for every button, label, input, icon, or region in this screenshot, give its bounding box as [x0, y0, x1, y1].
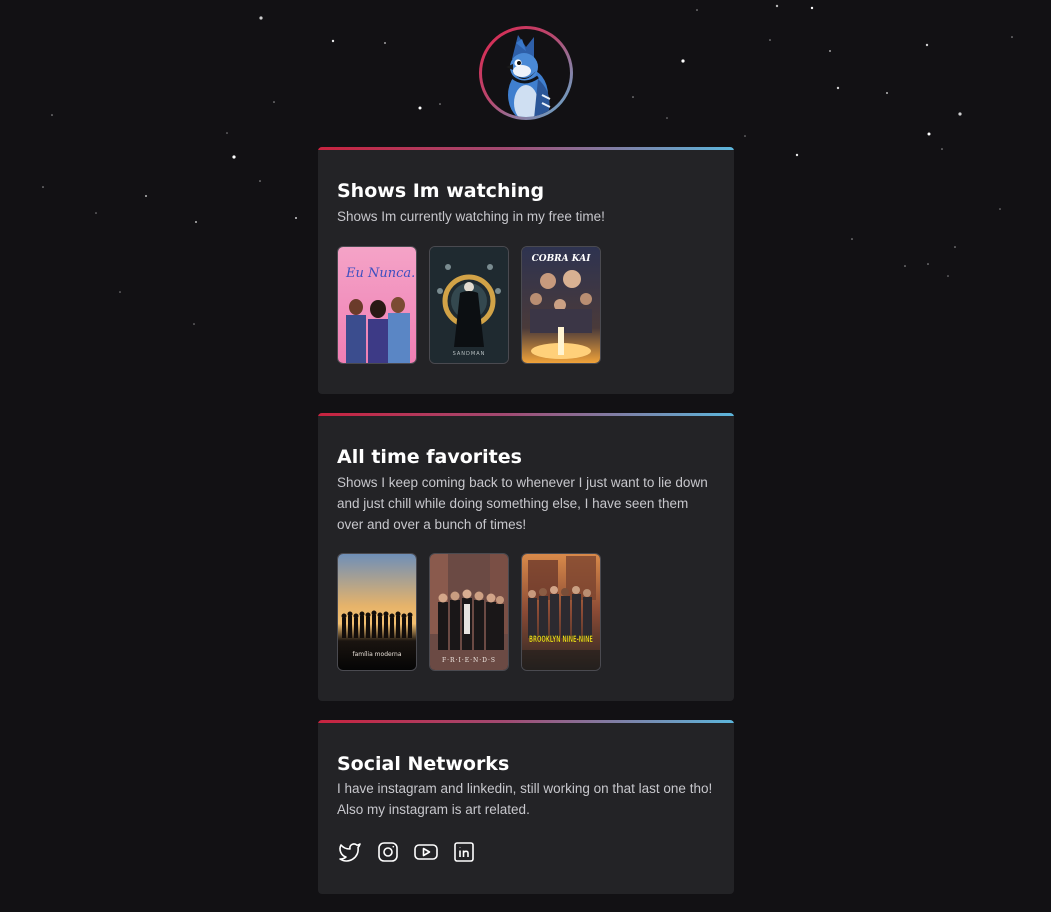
- blue-jay-illustration: [506, 35, 551, 117]
- cobra-kai-poster[interactable]: COBRA KAI: [521, 246, 601, 364]
- card-title: Shows Im watching: [337, 180, 545, 202]
- social-links: [337, 839, 477, 865]
- poster-title: SANDMAN: [453, 351, 486, 357]
- profile-avatar: [479, 26, 573, 120]
- instagram-icon[interactable]: [375, 839, 401, 865]
- card-title: All time favorites: [337, 446, 522, 468]
- youtube-icon[interactable]: [413, 839, 439, 865]
- linkedin-icon[interactable]: [451, 839, 477, 865]
- poster-row: Eu Nunca... SANDMAN COBRA KAI: [337, 246, 601, 364]
- all-time-favorites-card: All time favorites Shows I keep coming b…: [318, 413, 734, 701]
- card-description: Shows Im currently watching in my free t…: [337, 209, 605, 224]
- friends-poster[interactable]: F·R·I·E·N·D·S: [429, 553, 509, 671]
- poster-title: família moderna: [352, 651, 401, 658]
- shows-watching-card: Shows Im watching Shows Im currently wat…: [318, 147, 734, 394]
- card-title: Social Networks: [337, 753, 510, 775]
- poster-title: Eu Nunca...: [345, 266, 416, 281]
- poster-row: família moderna F·R·I·E·N·D·S BROOKLYN N…: [337, 553, 601, 671]
- card-description: I have instagram and linkedin, still wor…: [337, 781, 713, 817]
- eu-nunca-poster[interactable]: Eu Nunca...: [337, 246, 417, 364]
- sandman-poster[interactable]: SANDMAN: [429, 246, 509, 364]
- familia-moderna-poster[interactable]: família moderna: [337, 553, 417, 671]
- twitter-icon[interactable]: [337, 839, 363, 865]
- poster-title: F·R·I·E·N·D·S: [442, 657, 496, 664]
- social-networks-card: Social Networks I have instagram and lin…: [318, 720, 734, 894]
- poster-title: COBRA KAI: [532, 254, 592, 264]
- poster-title: BROOKLYN NINE-NINE: [529, 635, 593, 645]
- brooklyn-nine-nine-poster[interactable]: BROOKLYN NINE-NINE: [521, 553, 601, 671]
- card-description: Shows I keep coming back to whenever I j…: [337, 475, 708, 532]
